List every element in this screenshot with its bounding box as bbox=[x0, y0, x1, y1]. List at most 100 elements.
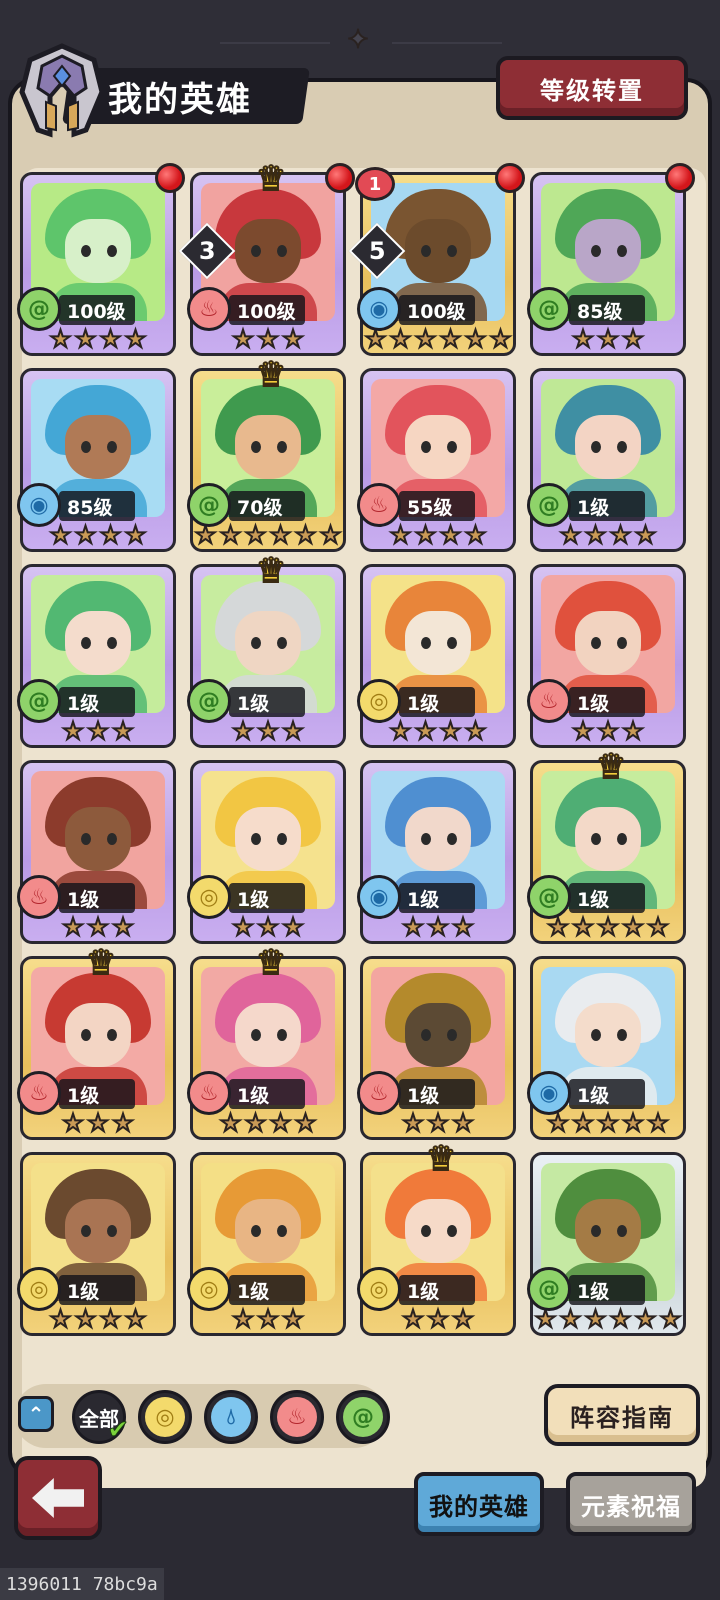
earth-icon: ◎ bbox=[187, 875, 231, 919]
tab-element-blessing[interactable]: 元素祝福 bbox=[566, 1472, 696, 1536]
hero-stars: ★ ★ ★ ★ bbox=[23, 325, 173, 353]
crown-icon: ♛ bbox=[85, 943, 117, 983]
wind-icon: @ bbox=[527, 1267, 571, 1311]
earth-icon: ◎ bbox=[17, 1267, 61, 1311]
footer-id: 1396011 78bc9a bbox=[0, 1568, 164, 1600]
hero-stars: ★ ★ ★ bbox=[533, 325, 683, 353]
star-icon: ★ bbox=[571, 325, 595, 353]
hero-card[interactable]: 55级 ♨ ★ ★ ★ ★ bbox=[357, 368, 516, 552]
star-icon: ★ bbox=[389, 521, 413, 549]
star-icon: ★ bbox=[124, 521, 148, 549]
hero-card[interactable]: 1级 ◉ ★ ★ ★ bbox=[357, 760, 516, 944]
hero-level: 1级 bbox=[229, 687, 305, 717]
fire-icon: ♨ bbox=[357, 483, 401, 527]
star-icon: ★ bbox=[389, 325, 413, 353]
star-icon: ★ bbox=[426, 913, 450, 941]
water-drop-icon: 💧︎ bbox=[211, 1397, 251, 1437]
fire-icon: ♨ bbox=[17, 1071, 61, 1115]
hero-level: 1级 bbox=[229, 1275, 305, 1305]
wind-icon: @ bbox=[343, 1397, 383, 1437]
hero-card[interactable]: 1级 ♨ ★ ★ ★ bbox=[17, 760, 176, 944]
star-icon: ★ bbox=[414, 717, 438, 745]
star-icon: ★ bbox=[86, 717, 110, 745]
hero-level: 1级 bbox=[569, 491, 645, 521]
hero-card[interactable]: 1级 ◉ ★ ★ ★ ★ ★ bbox=[527, 956, 686, 1140]
star-icon: ★ bbox=[414, 325, 438, 353]
team-guide-button[interactable]: 阵容指南 bbox=[544, 1384, 700, 1446]
star-icon: ★ bbox=[124, 1305, 148, 1333]
filter-wind-button[interactable]: @ bbox=[336, 1390, 390, 1444]
filter-water-button[interactable]: 💧︎ bbox=[204, 1390, 258, 1444]
hero-card[interactable]: 1级 ◎ ★ ★ ★ ♛ bbox=[357, 1141, 516, 1336]
star-icon: ★ bbox=[99, 325, 123, 353]
star-icon: ★ bbox=[584, 1305, 608, 1333]
hero-level: 85级 bbox=[569, 295, 645, 325]
star-icon: ★ bbox=[634, 521, 658, 549]
level-reset-button[interactable]: 等级转置 bbox=[496, 56, 688, 120]
star-icon: ★ bbox=[464, 717, 488, 745]
filter-earth-button[interactable]: ◎ bbox=[138, 1390, 192, 1444]
hero-card[interactable]: 1级 ♨ ★ ★ ★ ★ ♛ bbox=[187, 945, 346, 1140]
hero-card[interactable]: 100级 @ ★ ★ ★ ★ bbox=[17, 163, 185, 356]
hero-card[interactable]: 1级 ◎ ★ ★ ★ ★ bbox=[357, 564, 516, 748]
tab-my-heroes[interactable]: 我的英雄 bbox=[414, 1472, 544, 1536]
hero-level: 1级 bbox=[59, 1079, 135, 1109]
star-icon: ★ bbox=[571, 913, 595, 941]
hero-level: 100级 bbox=[229, 295, 305, 325]
star-icon: ★ bbox=[596, 717, 620, 745]
hero-card[interactable]: 1级 ◎ ★ ★ ★ bbox=[187, 760, 346, 944]
collapse-filter-button[interactable]: ⌃ bbox=[18, 1396, 54, 1432]
star-icon: ★ bbox=[294, 1109, 318, 1137]
filter-fire-button[interactable]: ♨ bbox=[270, 1390, 324, 1444]
star-icon: ★ bbox=[269, 1109, 293, 1137]
hero-card[interactable]: 70级 @ ★ ★ ★ ★ ★ ★ ♛ bbox=[187, 357, 346, 552]
wind-icon: @ bbox=[527, 287, 571, 331]
hero-stars: ★ ★ ★ ★ bbox=[363, 521, 513, 549]
hero-stars: ★ ★ ★ bbox=[23, 913, 173, 941]
hero-card[interactable]: 1级 ◎ ★ ★ ★ ★ bbox=[17, 1152, 176, 1336]
star-icon: ★ bbox=[256, 325, 280, 353]
title-area: 我的英雄 bbox=[16, 42, 310, 138]
back-button[interactable] bbox=[14, 1456, 102, 1540]
star-icon: ★ bbox=[584, 521, 608, 549]
star-icon: ★ bbox=[61, 913, 85, 941]
star-icon: ★ bbox=[426, 1109, 450, 1137]
hero-card[interactable]: 1级 @ ★ ★ ★ ★ ★ ♛ bbox=[527, 749, 686, 944]
water-drop-icon: ◉ bbox=[17, 483, 61, 527]
hero-card[interactable]: 1级 @ ★ ★ ★ ★ ★ ★ bbox=[527, 1152, 686, 1336]
hero-card[interactable]: 1级 @ ★ ★ ★ ★ bbox=[527, 368, 686, 552]
star-icon: ★ bbox=[99, 1305, 123, 1333]
star-icon: ★ bbox=[244, 521, 268, 549]
hero-card[interactable]: 85级 @ ★ ★ ★ bbox=[527, 163, 695, 356]
hero-card[interactable]: 1级 @ ★ ★ ★ bbox=[17, 564, 176, 748]
star-icon: ★ bbox=[414, 521, 438, 549]
hero-card[interactable]: 100级 ◉ ★ ★ ★ ★ ★ ★ 5 1 bbox=[348, 163, 525, 356]
hero-level: 1级 bbox=[399, 1275, 475, 1305]
hero-card[interactable]: 1级 ♨ ★ ★ ★ bbox=[357, 956, 516, 1140]
hero-level: 100级 bbox=[59, 295, 135, 325]
star-icon: ★ bbox=[439, 325, 463, 353]
star-icon: ★ bbox=[269, 521, 293, 549]
star-icon: ★ bbox=[451, 913, 475, 941]
hero-card[interactable]: 1级 ♨ ★ ★ ★ bbox=[527, 564, 686, 748]
star-icon: ★ bbox=[61, 1109, 85, 1137]
star-icon: ★ bbox=[74, 325, 98, 353]
hero-stars: ★ ★ ★ ★ bbox=[193, 1109, 343, 1137]
crown-icon: ♛ bbox=[255, 355, 287, 395]
star-icon: ★ bbox=[231, 717, 255, 745]
hero-stars: ★ ★ ★ bbox=[363, 1306, 513, 1332]
earth-icon: ◎ bbox=[187, 1267, 231, 1311]
hero-level: 1级 bbox=[399, 687, 475, 717]
star-icon: ★ bbox=[621, 1109, 645, 1137]
filter-all-button[interactable]: 全部 ✔ bbox=[72, 1390, 129, 1446]
hero-screen: { "header": { "title": "我的英雄", "reset_bu… bbox=[0, 0, 720, 1600]
hero-card[interactable]: 100级 ♨ ★ ★ ★ ♛ 3 bbox=[178, 161, 355, 356]
hero-card[interactable]: 1级 @ ★ ★ ★ ♛ bbox=[187, 553, 346, 748]
crown-icon: ♛ bbox=[595, 747, 627, 787]
hero-card[interactable]: 1级 ♨ ★ ★ ★ ♛ bbox=[17, 945, 176, 1140]
hero-card[interactable]: 1级 ◎ ★ ★ ★ bbox=[187, 1152, 346, 1336]
star-icon: ★ bbox=[596, 325, 620, 353]
fire-icon: ♨ bbox=[357, 1071, 401, 1115]
hero-card[interactable]: 85级 ◉ ★ ★ ★ ★ bbox=[17, 368, 176, 552]
fire-icon: ♨ bbox=[527, 679, 571, 723]
